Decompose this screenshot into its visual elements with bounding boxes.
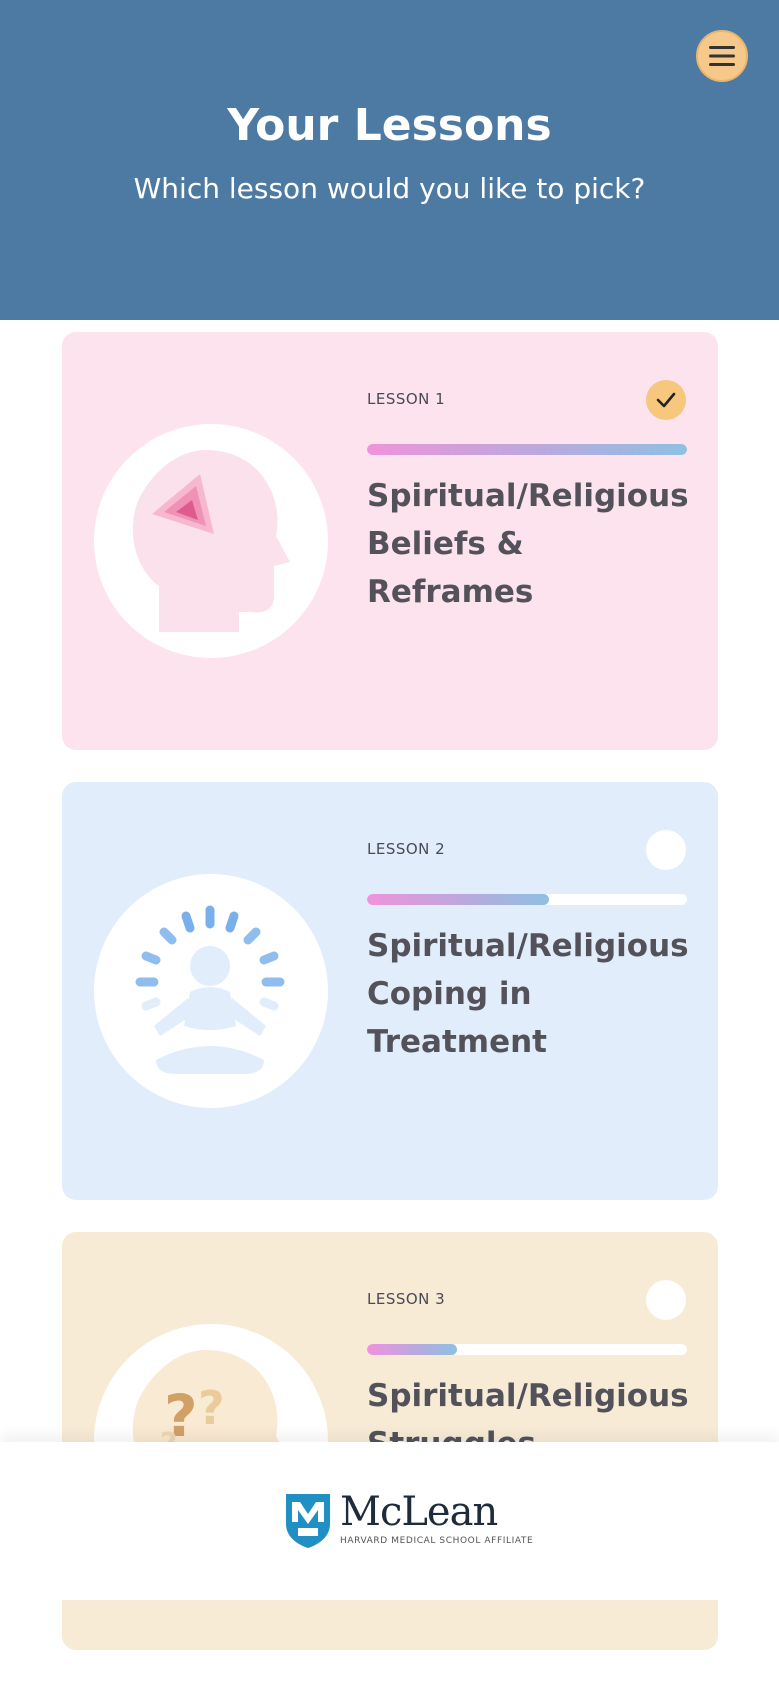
menu-button[interactable] (696, 30, 748, 82)
meditating-person-icon (135, 905, 285, 1074)
mclean-logo: McLean HARVARD MEDICAL SCHOOL AFFILIATE (284, 1492, 533, 1548)
head-with-triangle-icon (132, 450, 290, 632)
logo-name: McLean (340, 1489, 498, 1535)
svg-text:?: ? (198, 1381, 225, 1435)
lesson-status-incomplete (646, 830, 686, 870)
lesson-1-illustration (94, 424, 328, 658)
lesson-label: LESSON 1 (367, 390, 446, 408)
lesson-title: Spiritual/Religious Coping in Treatment (367, 928, 689, 1060)
mclean-shield-logo-icon (286, 1494, 330, 1548)
lesson-progress-bar (367, 444, 687, 455)
lesson-progress-bar (367, 894, 687, 905)
checkmark-icon (656, 392, 676, 408)
lesson-status-completed (646, 380, 686, 420)
lesson-card-1[interactable]: LESSON 1 Spiritual/Religious Beliefs & R… (62, 332, 718, 750)
logo-subtitle: HARVARD MEDICAL SCHOOL AFFILIATE (340, 1536, 534, 1546)
footer: McLean HARVARD MEDICAL SCHOOL AFFILIATE (0, 1442, 779, 1600)
lesson-progress-bar (367, 1344, 687, 1355)
lesson-label: LESSON 2 (367, 840, 446, 858)
page-title: Your Lessons (227, 100, 552, 151)
lesson-progress-fill (367, 444, 687, 455)
lesson-2-illustration (94, 874, 328, 1108)
lesson-progress-fill (367, 894, 550, 905)
lesson-title: Spiritual/Religious Beliefs & Reframes (367, 478, 689, 610)
header: Your Lessons Which lesson would you like… (0, 0, 779, 320)
lesson-status-incomplete (646, 1280, 686, 1320)
page-subtitle: Which lesson would you like to pick? (133, 172, 646, 205)
lesson-card-2[interactable]: LESSON 2 Spiritual/Religious Coping in T… (62, 782, 718, 1200)
hamburger-menu-icon (709, 46, 735, 66)
lesson-progress-fill (367, 1344, 457, 1355)
lesson-label: LESSON 3 (367, 1290, 446, 1308)
